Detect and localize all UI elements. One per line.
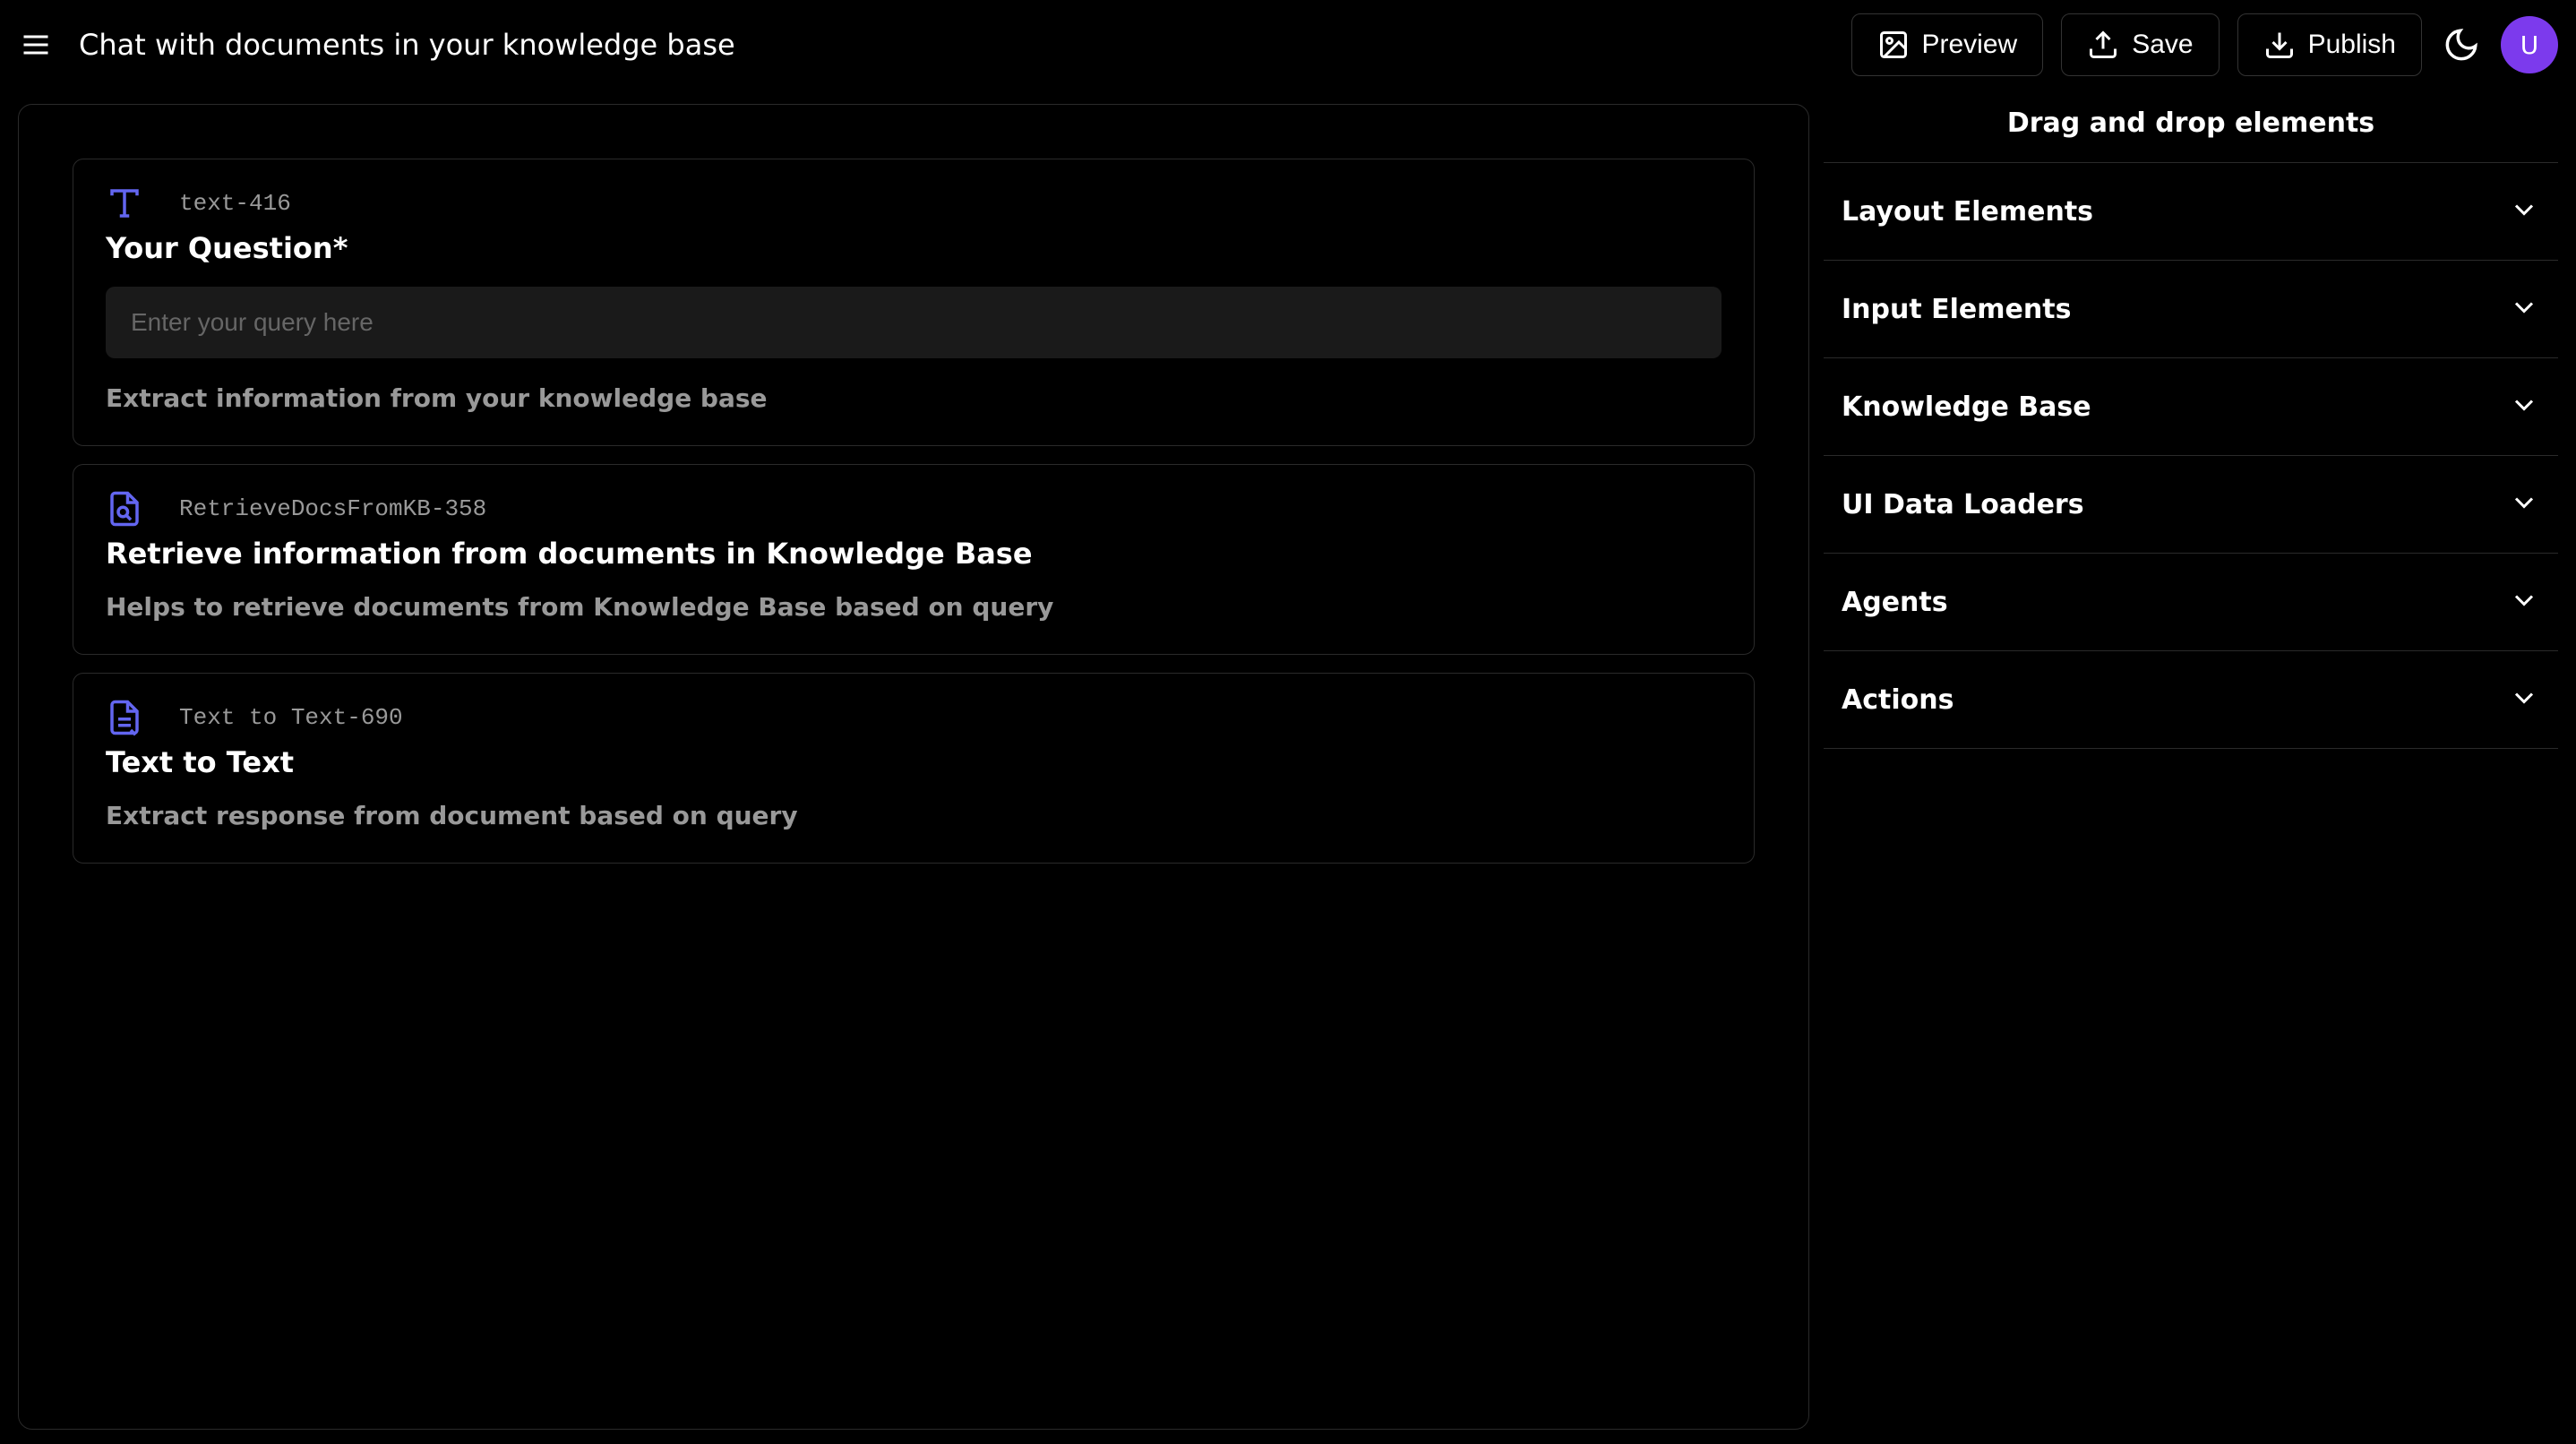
theme-toggle-button[interactable]	[2440, 23, 2483, 66]
sidebar-section-title: Agents	[1842, 587, 1948, 618]
save-button[interactable]: Save	[2061, 13, 2219, 76]
publish-button[interactable]: Publish	[2237, 13, 2422, 76]
node-title: Text to Text	[106, 745, 1722, 779]
save-label: Save	[2132, 30, 2193, 60]
preview-icon	[1877, 29, 1910, 61]
chevron-down-icon	[2508, 291, 2540, 327]
sidebar-section-ui-data-loaders[interactable]: UI Data Loaders	[1824, 456, 2558, 554]
sidebar-section-title: Knowledge Base	[1842, 391, 2091, 423]
avatar[interactable]: U	[2501, 16, 2558, 73]
chevron-down-icon	[2508, 486, 2540, 522]
sidebar-section-title: Actions	[1842, 684, 1953, 716]
sidebar-section-layout-elements[interactable]: Layout Elements	[1824, 163, 2558, 261]
document-search-icon	[106, 490, 143, 528]
node-card-text-input[interactable]: text-416 Your Question* Extract informat…	[73, 159, 1755, 446]
query-input[interactable]	[106, 287, 1722, 358]
moon-icon	[2443, 26, 2480, 64]
node-id: RetrieveDocsFromKB-358	[179, 495, 486, 522]
node-header: text-416	[106, 185, 1722, 222]
sidebar-section-input-elements[interactable]: Input Elements	[1824, 261, 2558, 358]
header: Chat with documents in your knowledge ba…	[0, 0, 2576, 90]
menu-button[interactable]	[18, 27, 54, 63]
node-title: Your Question*	[106, 231, 1722, 265]
sidebar-section-actions[interactable]: Actions	[1824, 651, 2558, 749]
node-description: Helps to retrieve documents from Knowled…	[106, 592, 1722, 622]
sidebar-section-knowledge-base[interactable]: Knowledge Base	[1824, 358, 2558, 456]
node-title: Retrieve information from documents in K…	[106, 537, 1722, 571]
node-card-text-to-text[interactable]: Text to Text-690 Text to Text Extract re…	[73, 673, 1755, 864]
publish-icon	[2263, 29, 2296, 61]
node-description: Extract information from your knowledge …	[106, 383, 1722, 413]
node-description: Extract response from document based on …	[106, 801, 1722, 830]
sidebar-section-agents[interactable]: Agents	[1824, 554, 2558, 651]
node-header: Text to Text-690	[106, 699, 1722, 736]
text-input-icon	[106, 185, 143, 222]
node-card-retrieve-docs[interactable]: RetrieveDocsFromKB-358 Retrieve informat…	[73, 464, 1755, 655]
chevron-down-icon	[2508, 584, 2540, 620]
main-container: text-416 Your Question* Extract informat…	[0, 90, 2576, 1444]
avatar-initial: U	[2520, 30, 2539, 60]
save-icon	[2087, 29, 2119, 61]
chevron-down-icon	[2508, 389, 2540, 425]
sidebar-section-title: UI Data Loaders	[1842, 489, 2084, 520]
node-id: text-416	[179, 190, 291, 217]
sidebar-header: Drag and drop elements	[1824, 104, 2558, 162]
preview-button[interactable]: Preview	[1851, 13, 2044, 76]
sidebar-section-title: Layout Elements	[1842, 196, 2093, 228]
publish-label: Publish	[2308, 30, 2396, 60]
chevron-down-icon	[2508, 682, 2540, 718]
document-text-icon	[106, 699, 143, 736]
page-title: Chat with documents in your knowledge ba…	[79, 28, 735, 62]
sidebar: Drag and drop elements Layout Elements I…	[1824, 104, 2558, 1430]
preview-label: Preview	[1922, 30, 2018, 60]
header-left: Chat with documents in your knowledge ba…	[18, 27, 735, 63]
node-id: Text to Text-690	[179, 704, 403, 731]
chevron-down-icon	[2508, 193, 2540, 229]
menu-icon	[20, 29, 52, 61]
canvas[interactable]: text-416 Your Question* Extract informat…	[18, 104, 1809, 1430]
node-header: RetrieveDocsFromKB-358	[106, 490, 1722, 528]
header-right: Preview Save Publish U	[1851, 13, 2559, 76]
sidebar-section-title: Input Elements	[1842, 294, 2071, 325]
